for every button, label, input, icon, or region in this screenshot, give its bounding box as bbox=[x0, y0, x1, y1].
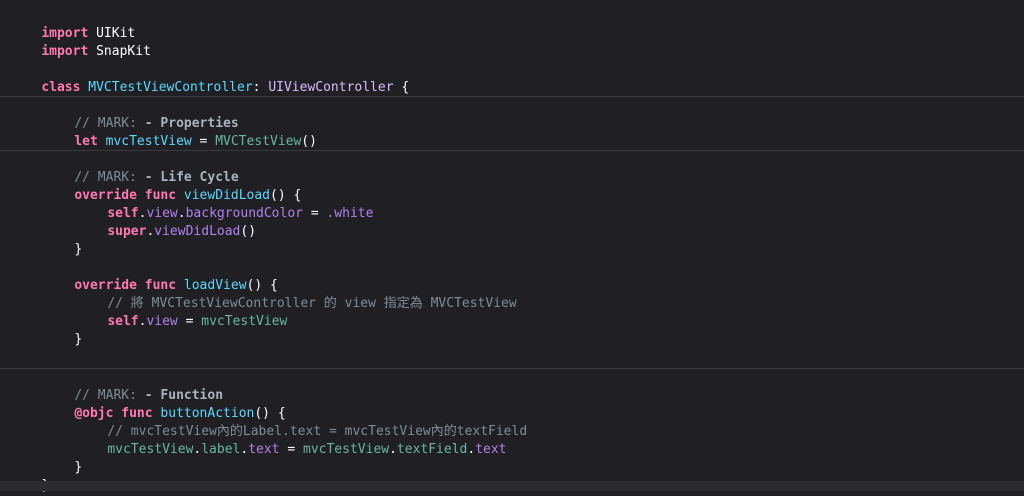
superclass-name: UIViewController bbox=[268, 80, 394, 95]
ref-label: label bbox=[201, 442, 241, 457]
method-viewdidload: viewDidLoad bbox=[154, 224, 241, 239]
ref-text: text bbox=[248, 442, 280, 457]
value-white: .white bbox=[326, 206, 374, 221]
code-line-comment-loadview: // 將 MVCTestViewController 的 view 指定為 MV… bbox=[76, 277, 516, 311]
code-line-let-view: let mvcTestView = MVCTestView() bbox=[43, 115, 317, 149]
type-name: MVCTestView bbox=[215, 134, 302, 149]
property-name: mvcTestView bbox=[105, 134, 192, 149]
ref-mvctestview: mvcTestView bbox=[303, 442, 390, 457]
keyword-self: self bbox=[107, 314, 139, 329]
member-view: view bbox=[146, 314, 178, 329]
ref-text: text bbox=[475, 442, 507, 457]
call-parens: () bbox=[301, 134, 317, 149]
code-line-close-brace: } bbox=[43, 441, 82, 475]
code-line-close-brace: } bbox=[43, 223, 82, 257]
value-mvctestview: mvcTestView bbox=[201, 314, 288, 329]
keyword-super: super bbox=[107, 224, 147, 239]
module-name: SnapKit bbox=[96, 44, 151, 59]
code-editor[interactable]: import UIKit import SnapKit class MVCTes… bbox=[0, 0, 1024, 496]
code-line-import-snapkit: import SnapKit bbox=[10, 25, 151, 59]
editor-bottom-strip bbox=[0, 481, 1024, 491]
code-line-viewdidload-decl: override func viewDidLoad() { bbox=[43, 169, 301, 203]
code-line-buttonaction-decl: @objc func buttonAction() { bbox=[43, 387, 285, 421]
code-line-mark-function: // MARK: - Function bbox=[43, 369, 223, 403]
close-brace: } bbox=[74, 332, 83, 347]
code-line-comment-buttonaction: // mvcTestView內的Label.text = mvcTestView… bbox=[76, 405, 527, 439]
keyword-let: let bbox=[74, 134, 98, 149]
code-line-mark-lifecycle: // MARK: - Life Cycle bbox=[43, 151, 238, 185]
code-line-mark-properties: // MARK: - Properties bbox=[43, 97, 238, 131]
close-brace: } bbox=[74, 242, 83, 257]
code-line-loadview-decl: override func loadView() { bbox=[43, 259, 278, 293]
keyword-import: import bbox=[41, 44, 89, 59]
call-parens: () bbox=[240, 224, 257, 239]
keyword-class: class bbox=[41, 80, 81, 95]
code-line-import-uikit: import UIKit bbox=[10, 7, 135, 41]
equals: = bbox=[279, 442, 303, 457]
ref-mvctestview: mvcTestView bbox=[107, 442, 194, 457]
close-brace: } bbox=[74, 460, 83, 475]
dot: . bbox=[389, 442, 397, 457]
class-name: MVCTestViewController bbox=[88, 80, 253, 95]
code-line-assign-view: self.view = mvcTestView bbox=[76, 295, 287, 329]
code-line-close-brace: } bbox=[43, 313, 82, 347]
code-line-assign-label-text: mvcTestView.label.text = mvcTestView.tex… bbox=[76, 423, 506, 457]
ref-textfield: textField bbox=[396, 442, 468, 457]
open-brace: { bbox=[401, 80, 410, 95]
equals: = bbox=[177, 314, 202, 329]
code-line-close-brace: } bbox=[10, 459, 49, 493]
colon: : bbox=[252, 80, 261, 95]
code-line-super-viewdidload: super.viewDidLoad() bbox=[76, 205, 256, 239]
code-line-class-decl: class MVCTestViewController: UIViewContr… bbox=[10, 61, 409, 95]
equals: = bbox=[303, 206, 327, 221]
code-line-background-color: self.view.backgroundColor = .white bbox=[76, 187, 373, 221]
equals: = bbox=[199, 134, 208, 149]
